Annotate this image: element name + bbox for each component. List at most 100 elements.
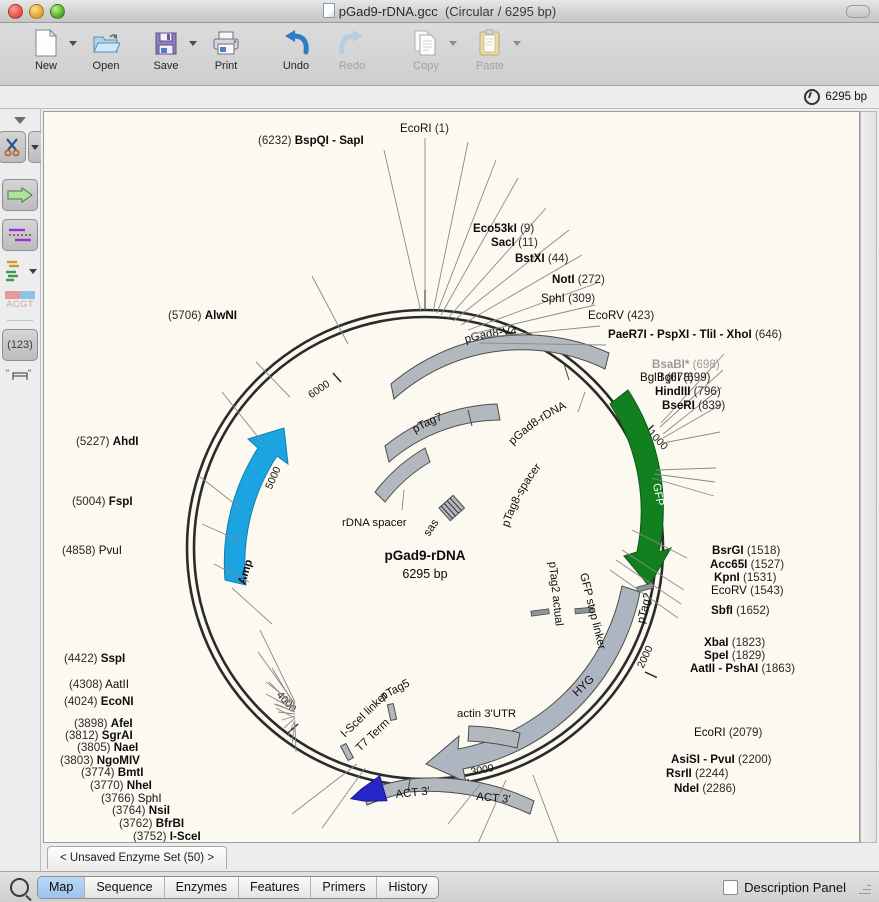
triangle-down-icon[interactable] bbox=[14, 117, 26, 124]
palette-item-enzymes[interactable] bbox=[0, 131, 43, 171]
enzyme-label-naei[interactable]: (3805) NaeI bbox=[77, 741, 138, 754]
enzyme-label-sbfi[interactable]: SbfI (1652) bbox=[711, 604, 770, 617]
view-tabs: Map Sequence Enzymes Features Primers History bbox=[37, 875, 440, 899]
enzyme-label-saci[interactable]: SacI (11) bbox=[491, 236, 538, 249]
enzyme-label-hindiii[interactable]: HindIII (796) bbox=[655, 385, 721, 398]
enzyme-label-i-scei[interactable]: (3752) I-SceI bbox=[133, 830, 201, 842]
enzyme-label-pvui-4858[interactable]: (4858) PvuI bbox=[62, 544, 122, 557]
toolbar-button-new[interactable]: New bbox=[14, 23, 78, 72]
map-center-subtitle: 6295 bp bbox=[402, 567, 447, 581]
feature-ptag7[interactable] bbox=[384, 403, 501, 463]
translation-menu-caret-icon[interactable] bbox=[29, 268, 37, 274]
feature-ptag2-actual-bar[interactable] bbox=[530, 608, 550, 617]
toolbar-button-paste[interactable]: Paste bbox=[458, 23, 522, 72]
description-panel-toggle[interactable]: Description Panel bbox=[723, 879, 846, 895]
toolbar-toggle-button[interactable] bbox=[846, 5, 870, 18]
svg-text:ACT 3': ACT 3' bbox=[476, 791, 511, 806]
enzyme-label-bsrgi[interactable]: BsrGI (1518) bbox=[712, 544, 780, 557]
enzyme-label-bglii-678[interactable]: BglII (678) bbox=[640, 371, 694, 384]
enzyme-label-bstxi[interactable]: BstXI (44) bbox=[515, 252, 569, 265]
toolbar-button-undo[interactable]: Undo bbox=[268, 23, 324, 72]
bottom-bar: Map Sequence Enzymes Features Primers History… bbox=[0, 871, 879, 902]
enzyme-label-nsii[interactable]: (3764) NsiI bbox=[112, 804, 170, 817]
toolbar-button-open[interactable]: Open bbox=[78, 23, 134, 72]
copy-pages-icon bbox=[413, 27, 439, 59]
enzyme-label-bmti[interactable]: (3774) BmtI bbox=[81, 766, 144, 779]
plasmid-map-canvas[interactable]: .enz{font-family:"Liberation Sans",sans-… bbox=[43, 111, 860, 843]
enzyme-label-econi[interactable]: (4024) EcoNI bbox=[64, 695, 134, 708]
feature-isce-t7[interactable] bbox=[339, 742, 355, 762]
description-panel-checkbox[interactable] bbox=[723, 879, 739, 895]
enzyme-label-acc65i[interactable]: Acc65I (1527) bbox=[710, 558, 784, 571]
toolbar-button-print[interactable]: Print bbox=[198, 23, 254, 72]
open-folder-icon bbox=[92, 27, 120, 59]
toolbar-button-redo[interactable]: Redo bbox=[324, 23, 380, 72]
feature-amp[interactable]: Amp bbox=[223, 427, 289, 586]
enzyme-label-rsrii[interactable]: RsrII (2244) bbox=[666, 767, 729, 780]
tab-features[interactable]: Features bbox=[239, 876, 312, 898]
enzyme-label-nhei[interactable]: (3770) NheI bbox=[90, 779, 152, 792]
tab-history[interactable]: History bbox=[377, 877, 438, 898]
feature-sas[interactable] bbox=[438, 494, 466, 522]
paste-menu-caret-icon[interactable] bbox=[513, 41, 521, 46]
toolbar-label-open: Open bbox=[92, 60, 120, 72]
tab-sequence[interactable]: Sequence bbox=[85, 876, 165, 898]
palette-item-features[interactable] bbox=[2, 179, 38, 211]
canvas-area: .enz{font-family:"Liberation Sans",sans-… bbox=[41, 109, 879, 871]
palette-divider bbox=[7, 320, 33, 321]
new-menu-caret-icon[interactable] bbox=[69, 41, 77, 46]
svg-text:”: ” bbox=[28, 369, 31, 378]
enzyme-label-sphi-309[interactable]: SphI (309) bbox=[541, 292, 595, 305]
tab-map[interactable]: Map bbox=[38, 876, 86, 898]
toolbar-label-copy: Copy bbox=[413, 60, 439, 72]
toolbar-button-copy[interactable]: Copy bbox=[394, 23, 458, 72]
enzyme-label-sspi[interactable]: (4422) SspI bbox=[64, 652, 125, 665]
enzyme-label-bseri[interactable]: BseRI (839) bbox=[662, 399, 725, 412]
enzyme-set-selector[interactable]: < Unsaved Enzyme Set (50) > bbox=[47, 846, 228, 869]
feature-gfp[interactable]: GFP bbox=[609, 389, 673, 587]
enzyme-label-alwni[interactable]: (5706) AlwNI bbox=[168, 309, 237, 322]
enzyme-label-paer7i-group[interactable]: PaeR7I - PspXI - TliI - XhoI (646) bbox=[608, 328, 782, 341]
copy-menu-caret-icon[interactable] bbox=[449, 41, 457, 46]
enzyme-label-ndei[interactable]: NdeI (2286) bbox=[674, 782, 736, 795]
feature-rdna-spacer[interactable] bbox=[374, 447, 431, 503]
tab-enzymes[interactable]: Enzymes bbox=[165, 876, 240, 898]
scissors-icon[interactable] bbox=[0, 131, 26, 163]
enzyme-label-bsabi[interactable]: BsaBI* (698) bbox=[652, 358, 720, 371]
enzyme-label-ecori-1[interactable]: EcoRI (1) bbox=[400, 122, 449, 135]
enzyme-label-bspqi-sapi[interactable]: (6232) BspQI - SapI bbox=[258, 134, 364, 147]
tool-palette: ACGT (123) “” bbox=[0, 109, 43, 871]
enzyme-label-noti[interactable]: NotI (272) bbox=[552, 273, 605, 286]
enzyme-label-kpni[interactable]: KpnI (1531) bbox=[714, 571, 777, 584]
vertical-scrollbar[interactable] bbox=[860, 111, 877, 843]
enzyme-label-ahdi[interactable]: (5227) AhdI bbox=[76, 435, 139, 448]
description-panel-label: Description Panel bbox=[744, 879, 846, 895]
enzyme-label-xbai[interactable]: XbaI (1823) bbox=[704, 636, 765, 649]
save-menu-caret-icon[interactable] bbox=[189, 41, 197, 46]
feature-ptag5[interactable] bbox=[386, 702, 398, 722]
feature-act3prime[interactable]: ACT 3' ACT 3' bbox=[363, 777, 535, 815]
enzyme-label-spei[interactable]: SpeI (1829) bbox=[704, 649, 765, 662]
toolbar-button-save[interactable]: Save bbox=[134, 23, 198, 72]
enzyme-label-eco53ki[interactable]: Eco53kI (9) bbox=[473, 222, 534, 235]
enzyme-label-bfrbi[interactable]: (3762) BfrBI bbox=[119, 817, 184, 830]
search-icon[interactable] bbox=[10, 877, 29, 897]
resize-grip-icon[interactable] bbox=[858, 881, 871, 894]
enzyme-label-fspi[interactable]: (5004) FspI bbox=[72, 495, 133, 508]
tab-primers[interactable]: Primers bbox=[311, 876, 378, 898]
enzyme-label-aatii-pshai[interactable]: AatII - PshAI (1863) bbox=[690, 662, 795, 675]
palette-item-translation[interactable] bbox=[3, 259, 37, 283]
ruler-icon: “” bbox=[6, 369, 31, 380]
enzyme-label-aatii-4308[interactable]: (4308) AatII bbox=[69, 678, 129, 691]
palette-item-primers[interactable] bbox=[2, 219, 38, 251]
toolbar-label-print: Print bbox=[214, 60, 238, 72]
info-strip: 6295 bp bbox=[0, 86, 879, 109]
new-document-icon bbox=[35, 27, 57, 59]
enzyme-label-ecorv-423[interactable]: EcoRV (423) bbox=[588, 309, 654, 322]
palette-item-ruler[interactable]: “” bbox=[5, 369, 35, 383]
enzyme-label-ecorv-1543[interactable]: EcoRV (1543) bbox=[711, 584, 784, 597]
enzyme-label-ecori-2079[interactable]: EcoRI (2079) bbox=[694, 726, 762, 739]
enzyme-label-asisi-pvui[interactable]: AsiSI - PvuI (2200) bbox=[671, 753, 772, 766]
palette-item-sequence[interactable]: ACGT bbox=[5, 291, 35, 310]
palette-item-numbering[interactable]: (123) bbox=[2, 329, 38, 361]
